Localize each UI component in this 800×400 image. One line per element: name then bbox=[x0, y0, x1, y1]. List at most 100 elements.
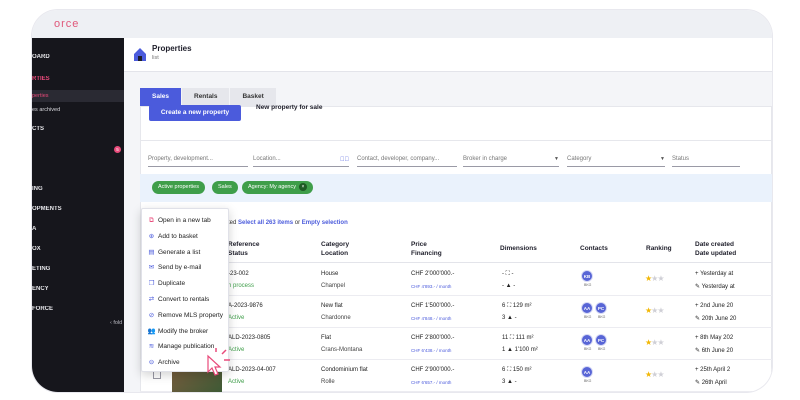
sidebar-item-inbox[interactable]: OX bbox=[32, 246, 124, 252]
chip-agency-label: Agency: My agency bbox=[248, 184, 296, 190]
sidebar-subitem-archived[interactable]: es archived bbox=[32, 104, 124, 116]
broker-select[interactable]: Broker in charge ▼ bbox=[463, 153, 559, 167]
location-input[interactable]: Location... ⚲⃞ bbox=[253, 153, 349, 167]
ranking-stars[interactable]: ★★★ bbox=[645, 338, 665, 347]
status-cell: n process bbox=[228, 283, 255, 289]
date-created-cell: + 2nd June 20 bbox=[695, 303, 734, 309]
close-icon[interactable]: × bbox=[299, 183, 307, 191]
column-header-reference[interactable]: Reference Status bbox=[228, 240, 259, 258]
page-subtitle: list bbox=[152, 55, 159, 61]
dimensions-rooms-cell: 11 ⛶ 111 m² bbox=[502, 335, 534, 341]
contact-search-input[interactable]: Contact, developer, company... bbox=[357, 153, 457, 167]
sidebar-fold-label: fold bbox=[113, 320, 123, 326]
create-property-button[interactable]: Create a new property bbox=[149, 105, 241, 121]
context-menu-item[interactable]: 👥 Modify the broker bbox=[142, 324, 230, 340]
sidebar-subitem-properties[interactable]: perties bbox=[32, 90, 124, 102]
property-search-input[interactable]: Property, development... bbox=[148, 153, 248, 167]
column-header-line: Financing bbox=[411, 250, 442, 257]
sidebar-item-dashboard[interactable]: OARD bbox=[32, 54, 124, 60]
table-row[interactable]: A-2023-9876 Active New flat Chardonne CHF 1'… bbox=[140, 296, 772, 328]
sidebar-item-marketing[interactable]: ETING bbox=[32, 266, 124, 272]
location-cell: Chardonne bbox=[321, 315, 351, 321]
date-created-cell: + 8th May 202 bbox=[695, 335, 734, 341]
star-icon[interactable]: ★ bbox=[657, 338, 664, 347]
table-header-divider bbox=[140, 262, 772, 263]
context-menu-item[interactable]: ⧉ Open in a new tab bbox=[142, 213, 230, 229]
dimensions-rooms-cell: - ⛶ - bbox=[502, 271, 514, 277]
avatar[interactable]: KB bbox=[581, 270, 593, 282]
notification-badge: 5 bbox=[114, 146, 121, 153]
archive-icon: ⊖ bbox=[148, 359, 155, 367]
sidebar-item-agency[interactable]: ENCY bbox=[32, 286, 124, 292]
column-header-ranking[interactable]: Ranking bbox=[646, 244, 672, 253]
sidebar-fold-toggle[interactable]: ‹ fold bbox=[110, 320, 122, 326]
category-select[interactable]: Category ▼ bbox=[567, 153, 665, 167]
table-row[interactable]: ALD-2023-0805 Active Flat Crans-Montana CHF … bbox=[140, 328, 772, 360]
map-pin-icon[interactable]: ⚲⃞ bbox=[340, 154, 349, 166]
financing-cell: CHF 4'893.- / month bbox=[411, 284, 452, 289]
row-checkbox[interactable] bbox=[153, 371, 161, 379]
reference-cell[interactable]: ALD-2023-0805 bbox=[228, 335, 270, 341]
status-cell: Active bbox=[228, 315, 245, 321]
sidebar-item-media[interactable]: A bbox=[32, 226, 124, 232]
price-cell: CHF 2'800'000.- bbox=[411, 335, 455, 341]
empty-selection-link[interactable]: Empty selection bbox=[302, 220, 348, 226]
ranking-stars[interactable]: ★★★ bbox=[645, 306, 665, 315]
new-property-label: New property for sale bbox=[256, 104, 323, 111]
context-menu-item[interactable]: ✉ Send by e-mail bbox=[142, 260, 230, 276]
reference-cell[interactable]: ALD-2023-04-007 bbox=[228, 367, 276, 373]
context-menu-item[interactable]: ⊘ Remove MLS property bbox=[142, 308, 230, 324]
avatar[interactable]: AA bbox=[581, 366, 593, 378]
avatar[interactable]: PC bbox=[595, 302, 607, 314]
page-header: Properties list bbox=[124, 38, 772, 72]
sidebar-item-force[interactable]: FORCE bbox=[32, 306, 124, 312]
chip-agency[interactable]: Agency: My agency × bbox=[242, 181, 313, 194]
context-menu-item[interactable]: ⊕ Add to basket bbox=[142, 229, 230, 245]
avatar[interactable]: PC bbox=[595, 334, 607, 346]
chevron-down-icon: ▼ bbox=[660, 156, 665, 162]
sidebar-item-contacts[interactable]: CTS bbox=[32, 126, 124, 132]
context-menu-label: Open in a new tab bbox=[158, 217, 211, 224]
dimensions-floors-cell: - ▲ - bbox=[502, 283, 516, 289]
tab-rentals[interactable]: Rentals bbox=[182, 88, 230, 106]
date-updated-cell: ✎ 26th April bbox=[695, 380, 727, 386]
avatar[interactable]: AA bbox=[581, 334, 593, 346]
sidebar-item-properties[interactable]: RTIES bbox=[32, 76, 124, 82]
table-row[interactable]: ALD-2023-04-007 Active Condominium flat Rol… bbox=[140, 360, 772, 392]
ranking-stars[interactable]: ★★★ bbox=[645, 274, 665, 283]
star-icon[interactable]: ★ bbox=[657, 274, 664, 283]
column-header-date[interactable]: Date created Date updated bbox=[695, 240, 736, 258]
reference-cell[interactable]: -23-002 bbox=[228, 271, 249, 277]
sidebar-item-marketing-listing[interactable]: ING bbox=[32, 186, 124, 192]
star-icon[interactable]: ★ bbox=[657, 306, 664, 315]
chip-active-properties[interactable]: Active properties bbox=[152, 181, 205, 194]
chevron-left-icon: ‹ bbox=[110, 320, 112, 326]
mail-icon: ✉ bbox=[148, 264, 155, 272]
reference-cell[interactable]: A-2023-9876 bbox=[228, 303, 263, 309]
column-header-category[interactable]: Category Location bbox=[321, 240, 349, 258]
top-bar: orce bbox=[32, 10, 772, 38]
sidebar-item-developments[interactable]: OPMENTS bbox=[32, 206, 124, 212]
avatar[interactable]: AA bbox=[581, 302, 593, 314]
chip-sales[interactable]: Sales bbox=[212, 181, 238, 194]
select-all-link[interactable]: Select all 263 items bbox=[238, 220, 293, 226]
column-header-contacts[interactable]: Contacts bbox=[580, 244, 608, 253]
column-header-line: Date created bbox=[695, 241, 735, 248]
column-header-price[interactable]: Price Financing bbox=[411, 240, 442, 258]
publication-icon: ≋ bbox=[148, 343, 155, 351]
context-menu-label: Generate a list bbox=[158, 248, 201, 256]
financing-cell: CHF 6'438.- / month bbox=[411, 348, 452, 353]
context-menu-item[interactable]: ⇄ Convert to rentals bbox=[142, 292, 230, 308]
column-header-dimensions[interactable]: Dimensions bbox=[500, 244, 537, 253]
context-menu-item[interactable]: ▤ Generate a list bbox=[142, 245, 230, 261]
context-menu-item[interactable]: ❐ Duplicate bbox=[142, 276, 230, 292]
status-select[interactable]: Status bbox=[672, 153, 740, 167]
context-menu-label: Add to basket bbox=[158, 232, 198, 240]
avatar-subtitle: BKG bbox=[584, 315, 592, 319]
list-icon: ▤ bbox=[148, 248, 155, 256]
ranking-stars[interactable]: ★★★ bbox=[645, 370, 665, 379]
star-icon[interactable]: ★ bbox=[657, 370, 664, 379]
tab-sales[interactable]: Sales bbox=[140, 88, 181, 106]
status-placeholder: Status bbox=[672, 156, 690, 162]
table-row[interactable]: -23-002 n process House Champel CHF 2'000'00… bbox=[140, 264, 772, 296]
